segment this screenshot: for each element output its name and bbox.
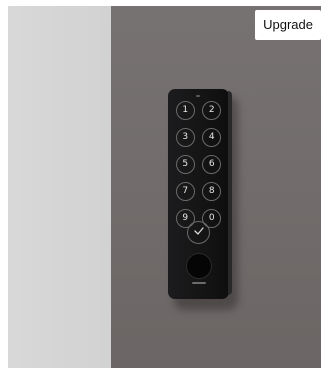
upgrade-button[interactable]: Upgrade [255,10,321,40]
key-7: 7 [175,182,195,201]
product-image: 1 2 3 4 5 6 7 8 9 0 Upgrade [8,6,321,368]
confirm-key [187,221,210,244]
key-6: 6 [202,155,222,174]
key-3: 3 [175,128,195,147]
checkmark-icon [193,227,204,235]
bottom-margin [0,368,321,375]
keypad-keys: 1 2 3 4 5 6 7 8 9 0 [175,101,222,228]
keypad-edge [228,91,232,295]
key-2: 2 [202,101,222,120]
brand-logo [189,282,209,286]
key-8: 8 [202,182,222,201]
wall-left [8,6,111,368]
key-5: 5 [175,155,195,174]
status-led [196,95,200,97]
smart-keypad: 1 2 3 4 5 6 7 8 9 0 [168,89,232,299]
key-1: 1 [175,101,195,120]
fingerprint-sensor-icon [186,253,212,279]
key-4: 4 [202,128,222,147]
